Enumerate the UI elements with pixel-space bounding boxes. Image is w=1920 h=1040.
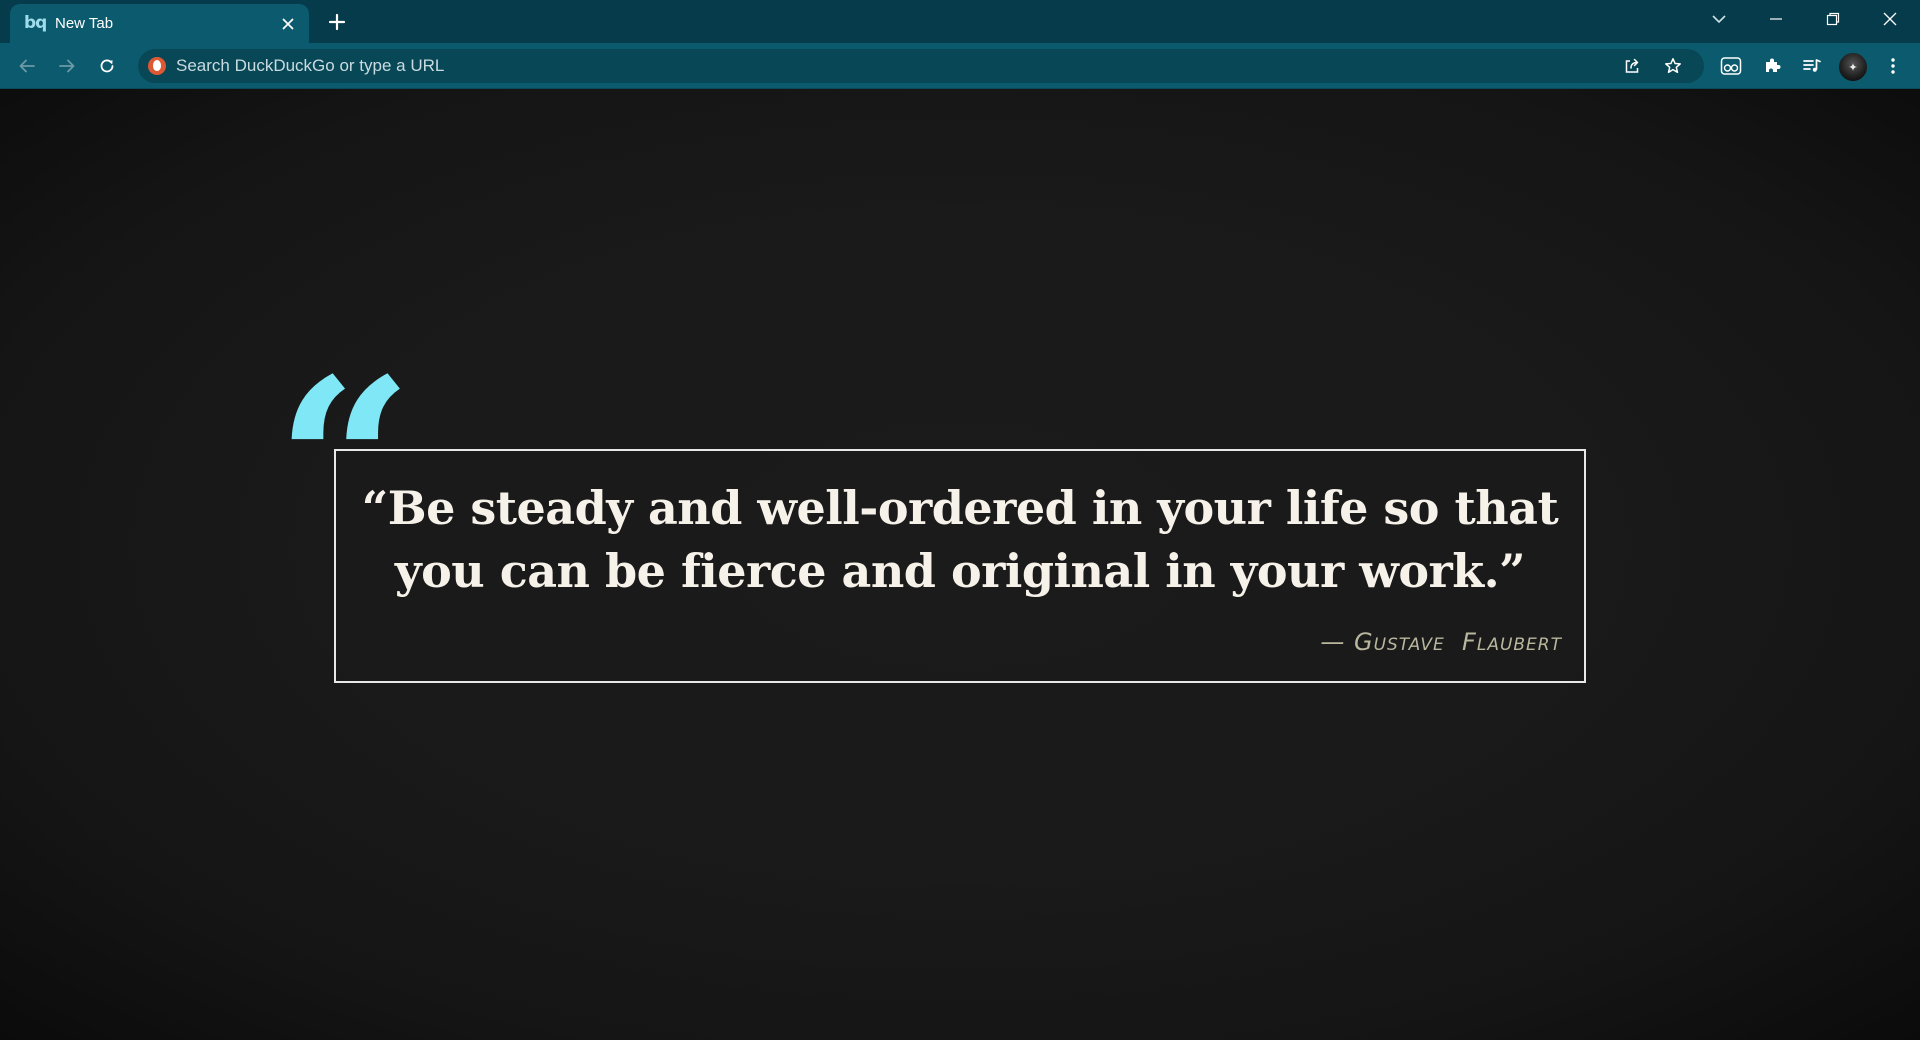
puzzle-icon	[1766, 58, 1781, 72]
reader-extension-icon	[1720, 57, 1742, 75]
quote-card: “Be steady and well-ordered in your life…	[334, 449, 1586, 683]
arrow-right-icon	[59, 59, 75, 73]
minimize-button[interactable]	[1748, 0, 1804, 38]
browser-menu-button[interactable]	[1876, 49, 1910, 83]
share-button[interactable]	[1617, 51, 1647, 81]
tab-search-button[interactable]	[1691, 0, 1747, 38]
reader-extension-button[interactable]	[1714, 49, 1748, 83]
avatar[interactable]: ✦	[1838, 52, 1868, 82]
share-icon	[1625, 58, 1639, 73]
browser-window: bq New Tab Search DuckDuckGo or type a U…	[0, 0, 1920, 1040]
new-tab-button[interactable]	[322, 9, 352, 35]
quote-author: — Gustave Flaubert	[1320, 628, 1562, 656]
new-tab-page: “ “Be steady and well-ordered in your li…	[0, 89, 1920, 1040]
duckduckgo-icon	[148, 57, 166, 75]
tab-strip: bq New Tab	[0, 0, 1920, 43]
bq-logo-icon: bq	[24, 13, 47, 33]
forward-button[interactable]	[50, 49, 84, 83]
chevron-down-icon	[1712, 15, 1726, 24]
back-button[interactable]	[10, 49, 44, 83]
reload-button[interactable]	[90, 49, 124, 83]
close-icon	[1883, 12, 1897, 26]
plus-icon	[328, 13, 346, 31]
tab-new-tab[interactable]: bq New Tab	[10, 4, 309, 43]
reload-icon	[100, 59, 114, 73]
minimize-icon	[1770, 18, 1782, 20]
restore-icon	[1826, 12, 1840, 26]
close-icon	[282, 18, 294, 30]
toolbar: ✦	[0, 43, 1920, 89]
quote-text: “Be steady and well-ordered in your life…	[361, 481, 1559, 598]
star-icon	[1665, 58, 1681, 74]
arrow-left-icon	[19, 59, 35, 73]
profile-picture-icon: ✦	[1848, 60, 1858, 74]
media-queue-icon	[1803, 59, 1821, 72]
window-close-button[interactable]	[1862, 0, 1918, 38]
tab-title: New Tab	[55, 15, 114, 32]
bookmark-button[interactable]	[1658, 51, 1688, 81]
kebab-menu-icon	[1891, 58, 1895, 74]
restore-button[interactable]	[1805, 0, 1861, 38]
tab-close-button[interactable]	[277, 13, 299, 35]
extensions-button[interactable]	[1755, 49, 1789, 83]
address-bar-input[interactable]	[176, 49, 1616, 83]
omnibox[interactable]	[138, 49, 1704, 83]
media-queue-button[interactable]	[1795, 49, 1829, 83]
